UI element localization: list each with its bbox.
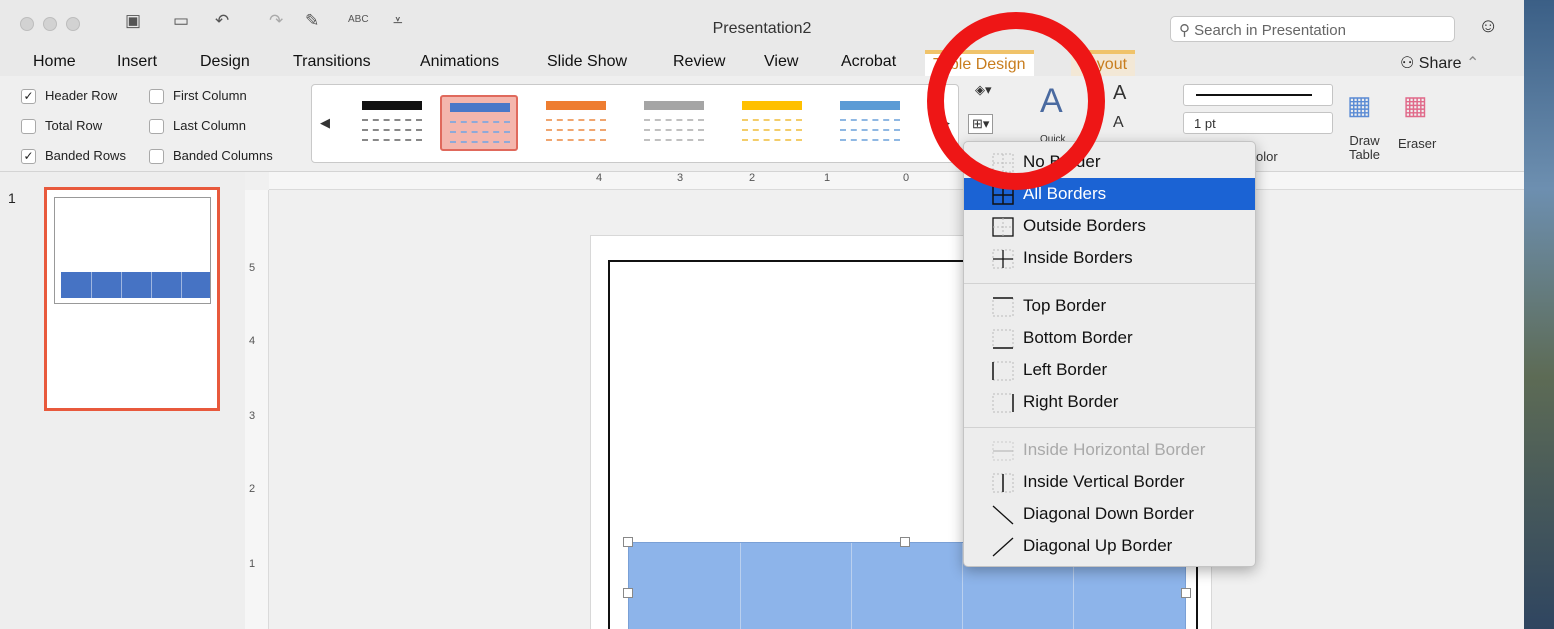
right-border-icon bbox=[992, 393, 1014, 413]
resize-handle[interactable] bbox=[623, 537, 633, 547]
vertical-ruler: 5 4 3 2 1 bbox=[245, 190, 269, 629]
table-style-swatch[interactable] bbox=[636, 95, 714, 151]
search-icon: ⚲ bbox=[1179, 22, 1195, 39]
menu-separator bbox=[964, 427, 1255, 428]
header-row-checkbox[interactable]: ✓ Header Row bbox=[21, 88, 117, 105]
red-circle-annotation bbox=[927, 12, 1105, 190]
diagonal-up-border-icon bbox=[992, 537, 1014, 557]
share-icon: ⚇ bbox=[1400, 55, 1419, 72]
menu-item-inside-borders[interactable]: Inside Borders bbox=[964, 242, 1255, 274]
pen-style-dropdown[interactable] bbox=[1183, 84, 1333, 106]
tab-review[interactable]: Review bbox=[673, 53, 725, 71]
table-style-swatch[interactable] bbox=[734, 95, 812, 151]
pen-weight-dropdown[interactable]: 1 pt bbox=[1183, 112, 1333, 134]
table-styles-gallery: ◀ ▶ bbox=[311, 84, 959, 163]
menu-item-outside-borders[interactable]: Outside Borders bbox=[964, 210, 1255, 242]
slide-number: 1 bbox=[8, 190, 16, 206]
left-border-icon bbox=[992, 361, 1014, 381]
ribbon: ✓ Header Row First Column Total Row Last … bbox=[0, 76, 1524, 172]
inside-borders-icon bbox=[992, 249, 1014, 269]
text-effects-icon[interactable]: A bbox=[1113, 114, 1124, 132]
banded-columns-checkbox[interactable]: Banded Columns bbox=[149, 148, 273, 165]
share-button[interactable]: ⚇ Share ⌃ bbox=[1400, 53, 1479, 73]
text-color-icon[interactable]: A bbox=[1113, 82, 1126, 105]
tab-transitions[interactable]: Transitions bbox=[293, 53, 371, 71]
menu-item-inside-vertical-border[interactable]: Inside Vertical Border bbox=[964, 466, 1255, 498]
menu-item-top-border[interactable]: Top Border bbox=[964, 290, 1255, 322]
borders-menu: No Border All Borders Outside Borders In… bbox=[963, 141, 1256, 567]
first-column-checkbox[interactable]: First Column bbox=[149, 88, 247, 105]
bottom-border-icon bbox=[992, 329, 1014, 349]
table-style-swatch[interactable] bbox=[832, 95, 910, 151]
desktop-background bbox=[1524, 0, 1554, 629]
tab-design[interactable]: Design bbox=[200, 53, 250, 71]
pen-color-label[interactable]: olor bbox=[1256, 149, 1278, 164]
tab-home[interactable]: Home bbox=[33, 53, 76, 71]
inside-vertical-border-icon bbox=[992, 473, 1014, 493]
table-style-swatch-selected[interactable] bbox=[440, 95, 518, 151]
table-style-swatch[interactable] bbox=[354, 95, 432, 151]
inside-horizontal-border-icon bbox=[992, 441, 1014, 461]
resize-handle[interactable] bbox=[623, 588, 633, 598]
last-column-checkbox[interactable]: Last Column bbox=[149, 118, 246, 135]
menu-separator bbox=[964, 283, 1255, 284]
thumbnail-table bbox=[61, 272, 210, 298]
outside-borders-icon bbox=[992, 217, 1014, 237]
total-row-checkbox[interactable]: Total Row bbox=[21, 118, 102, 135]
search-input[interactable]: ⚲ Search in Presentation bbox=[1170, 16, 1455, 42]
tab-insert[interactable]: Insert bbox=[117, 53, 157, 71]
feedback-smiley-icon[interactable]: ☺ bbox=[1478, 15, 1498, 38]
diagonal-down-border-icon bbox=[992, 505, 1014, 525]
header-row-check-icon: ✓ bbox=[21, 89, 36, 105]
slide-thumbnail[interactable] bbox=[44, 187, 220, 411]
menu-item-bottom-border[interactable]: Bottom Border bbox=[964, 322, 1255, 354]
menu-item-diagonal-up-border[interactable]: Diagonal Up Border bbox=[964, 530, 1255, 562]
table-style-swatch[interactable] bbox=[538, 95, 616, 151]
ribbon-tabs: Home Insert Design Transitions Animation… bbox=[0, 46, 1524, 76]
tab-animations[interactable]: Animations bbox=[420, 53, 499, 71]
menu-item-diagonal-down-border[interactable]: Diagonal Down Border bbox=[964, 498, 1255, 530]
menu-item-right-border[interactable]: Right Border bbox=[964, 386, 1255, 418]
tab-view[interactable]: View bbox=[764, 53, 798, 71]
tab-slide-show[interactable]: Slide Show bbox=[547, 53, 627, 71]
title-bar: ▣ ▭ ↶ ↷ ✎ ABC ⩡ Presentation2 ⚲ Search i… bbox=[0, 0, 1524, 46]
tab-acrobat[interactable]: Acrobat bbox=[841, 53, 896, 71]
horizontal-ruler: 4 3 2 1 0 bbox=[269, 172, 1524, 190]
eraser-label[interactable]: Eraser bbox=[1398, 136, 1436, 151]
eraser-icon[interactable]: ▦ bbox=[1403, 90, 1428, 121]
resize-handle[interactable] bbox=[900, 537, 910, 547]
top-border-icon bbox=[992, 297, 1014, 317]
draw-table-label[interactable]: Draw Table bbox=[1347, 134, 1382, 162]
draw-table-icon[interactable]: ▦ bbox=[1347, 90, 1372, 121]
menu-item-inside-horizontal-border: Inside Horizontal Border bbox=[964, 434, 1255, 466]
thumbnail-frame bbox=[54, 197, 211, 304]
gallery-prev-arrow-icon[interactable]: ◀ bbox=[320, 115, 330, 131]
banded-rows-checkbox[interactable]: ✓ Banded Rows bbox=[21, 148, 126, 165]
banded-rows-check-icon: ✓ bbox=[21, 149, 36, 165]
resize-handle[interactable] bbox=[1181, 588, 1191, 598]
menu-item-left-border[interactable]: Left Border bbox=[964, 354, 1255, 386]
powerpoint-window: ▣ ▭ ↶ ↷ ✎ ABC ⩡ Presentation2 ⚲ Search i… bbox=[0, 0, 1524, 629]
